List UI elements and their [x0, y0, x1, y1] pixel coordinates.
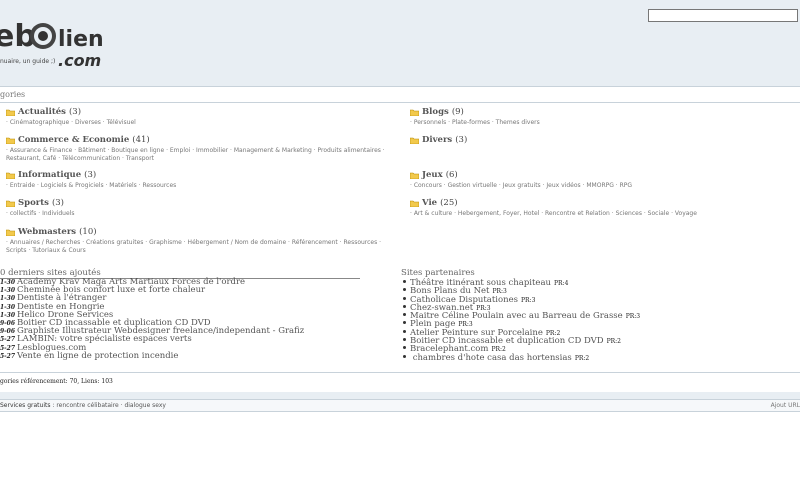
category-count: (41): [132, 135, 150, 145]
category-subcategories[interactable]: · Entraide · Logiciels & Progiciels · Ma…: [6, 182, 391, 190]
bullet-icon: [403, 280, 406, 283]
folder-icon: [6, 109, 15, 116]
categories-bar: gories: [0, 86, 800, 103]
category-block-commerce: Commerce & Economie (41) · Assurance & F…: [6, 135, 391, 163]
folder-icon: [410, 137, 419, 144]
category-block-jeux: Jeux (6) · Concours · Gestion virtuelle …: [410, 170, 795, 190]
folder-icon: [410, 172, 419, 179]
category-link-informatique[interactable]: Informatique: [18, 170, 81, 180]
pagerank-label: PR:2: [606, 338, 621, 346]
folder-icon: [6, 172, 15, 179]
list-item: 5-27 Vente en ligne de protection incendi…: [0, 351, 304, 361]
date-label: 1-30: [0, 279, 16, 286]
category-subcategories[interactable]: · Assurance & Finance · Bâtiment · Bouti…: [6, 147, 391, 163]
bullet-icon: [403, 338, 406, 342]
separator: [0, 392, 800, 399]
date-label: 1-30: [0, 311, 16, 319]
category-link-vie[interactable]: Vie: [422, 198, 437, 208]
category-link-commerce[interactable]: Commerce & Economie: [18, 135, 129, 145]
site-header: eb liens .com nuaire, un guide ;): [0, 0, 800, 86]
category-link-actualites[interactable]: Actualités: [18, 107, 66, 117]
folder-icon: [410, 200, 419, 207]
date-label: 5-27: [0, 344, 16, 352]
folder-icon: [6, 229, 15, 236]
date-label: 9-06: [0, 328, 16, 336]
bullet-icon: [403, 288, 406, 292]
footer-services: Services gratuits : rencontre célibatair…: [0, 402, 166, 409]
pagerank-label: PR:2: [574, 354, 590, 362]
folder-icon: [410, 109, 419, 116]
pagerank-label: PR:4: [554, 280, 569, 287]
site-tagline: nuaire, un guide ;): [0, 58, 56, 65]
date-label: 9-06: [0, 319, 16, 327]
category-block-blogs: Blogs (9) · Personnels · Plate-formes · …: [410, 107, 795, 127]
bullet-icon: [403, 329, 406, 333]
footer-services-links[interactable]: : rencontre célibataire · dialogue sexy: [52, 402, 166, 409]
category-count: (9): [451, 107, 464, 117]
partner-link[interactable]: chambres d'hote casa das hortensias: [410, 353, 572, 363]
stats-text: gories référencement: 70, Liens: 103: [0, 378, 113, 385]
category-count: (6): [445, 170, 458, 180]
bullet-icon: [403, 296, 406, 300]
logo-text-right: liens: [58, 27, 104, 52]
categories-bar-title: gories: [0, 90, 26, 99]
footer-services-label: Services gratuits: [0, 402, 51, 409]
stats-bar: gories référencement: 70, Liens: 103: [0, 372, 800, 394]
date-label: 5-27: [0, 336, 16, 344]
category-link-divers[interactable]: Divers: [422, 135, 452, 145]
list-item: chambres d'hote casa das hortensias PR:2: [400, 353, 640, 363]
bullet-icon: [403, 346, 406, 350]
folder-icon: [6, 137, 15, 144]
bullet-icon: [403, 304, 406, 308]
search-input[interactable]: [648, 9, 798, 22]
bullet-icon: [403, 321, 406, 325]
partner-sites-list: Théâtre itinérant sous chapiteau PR:4 Bon…: [400, 279, 640, 362]
category-subcategories[interactable]: · collectifs · Individuels: [6, 210, 391, 218]
date-label: 1-30: [0, 303, 16, 311]
category-subcategories[interactable]: · Annuaires / Recherches · Créations gra…: [6, 239, 391, 255]
category-link-sports[interactable]: Sports: [18, 198, 49, 208]
footer: Services gratuits : rencontre célibatair…: [0, 399, 800, 412]
category-subcategories[interactable]: · Concours · Gestion virtuelle · Jeux gr…: [410, 182, 795, 190]
pagerank-label: PR:3: [625, 313, 641, 321]
date-label: 1-30: [0, 295, 16, 303]
date-label: 5-27: [0, 352, 16, 360]
category-link-webmasters[interactable]: Webmasters: [18, 227, 76, 237]
category-count: (3): [51, 198, 64, 208]
category-block-actualites: Actualités (3) · Cinématographique · Div…: [6, 107, 391, 127]
category-subcategories[interactable]: · Art & culture · Hebergement, Foyer, Ho…: [410, 210, 795, 218]
add-url-link[interactable]: Ajout URL: [771, 402, 800, 409]
bullet-icon: [403, 313, 406, 317]
category-count: (3): [68, 107, 82, 117]
recent-sites-list: 1-30 Academy Krav Maga Arts Martiaux Forc…: [0, 278, 304, 360]
partner-sites-title: Sites partenaires: [401, 268, 475, 278]
category-block-divers: Divers (3): [410, 135, 795, 145]
category-subcategories[interactable]: · Cinématographique · Diverses · Télévis…: [6, 119, 391, 127]
category-subcategories[interactable]: · Personnels · Plate-formes · Themes div…: [410, 119, 795, 127]
category-count: (3): [84, 170, 97, 180]
category-count: (3): [455, 135, 468, 145]
folder-icon: [6, 200, 15, 207]
category-count: (10): [79, 227, 97, 237]
site-link[interactable]: Vente en ligne de protection incendie: [17, 351, 178, 361]
category-block-webmasters: Webmasters (10) · Annuaires / Recherches…: [6, 227, 391, 255]
date-label: 1-30: [0, 287, 16, 295]
category-count: (25): [440, 198, 458, 208]
logo-text-dotcom: .com: [58, 51, 101, 70]
category-link-blogs[interactable]: Blogs: [422, 107, 449, 117]
category-block-vie: Vie (25) · Art & culture · Hebergement, …: [410, 198, 795, 218]
bullet-icon: [403, 354, 406, 358]
pagerank-label: PR:3: [521, 296, 536, 304]
category-block-sports: Sports (3) · collectifs · Individuels: [6, 198, 391, 218]
category-block-informatique: Informatique (3) · Entraide · Logiciels …: [6, 170, 391, 190]
category-link-jeux[interactable]: Jeux: [422, 170, 443, 180]
